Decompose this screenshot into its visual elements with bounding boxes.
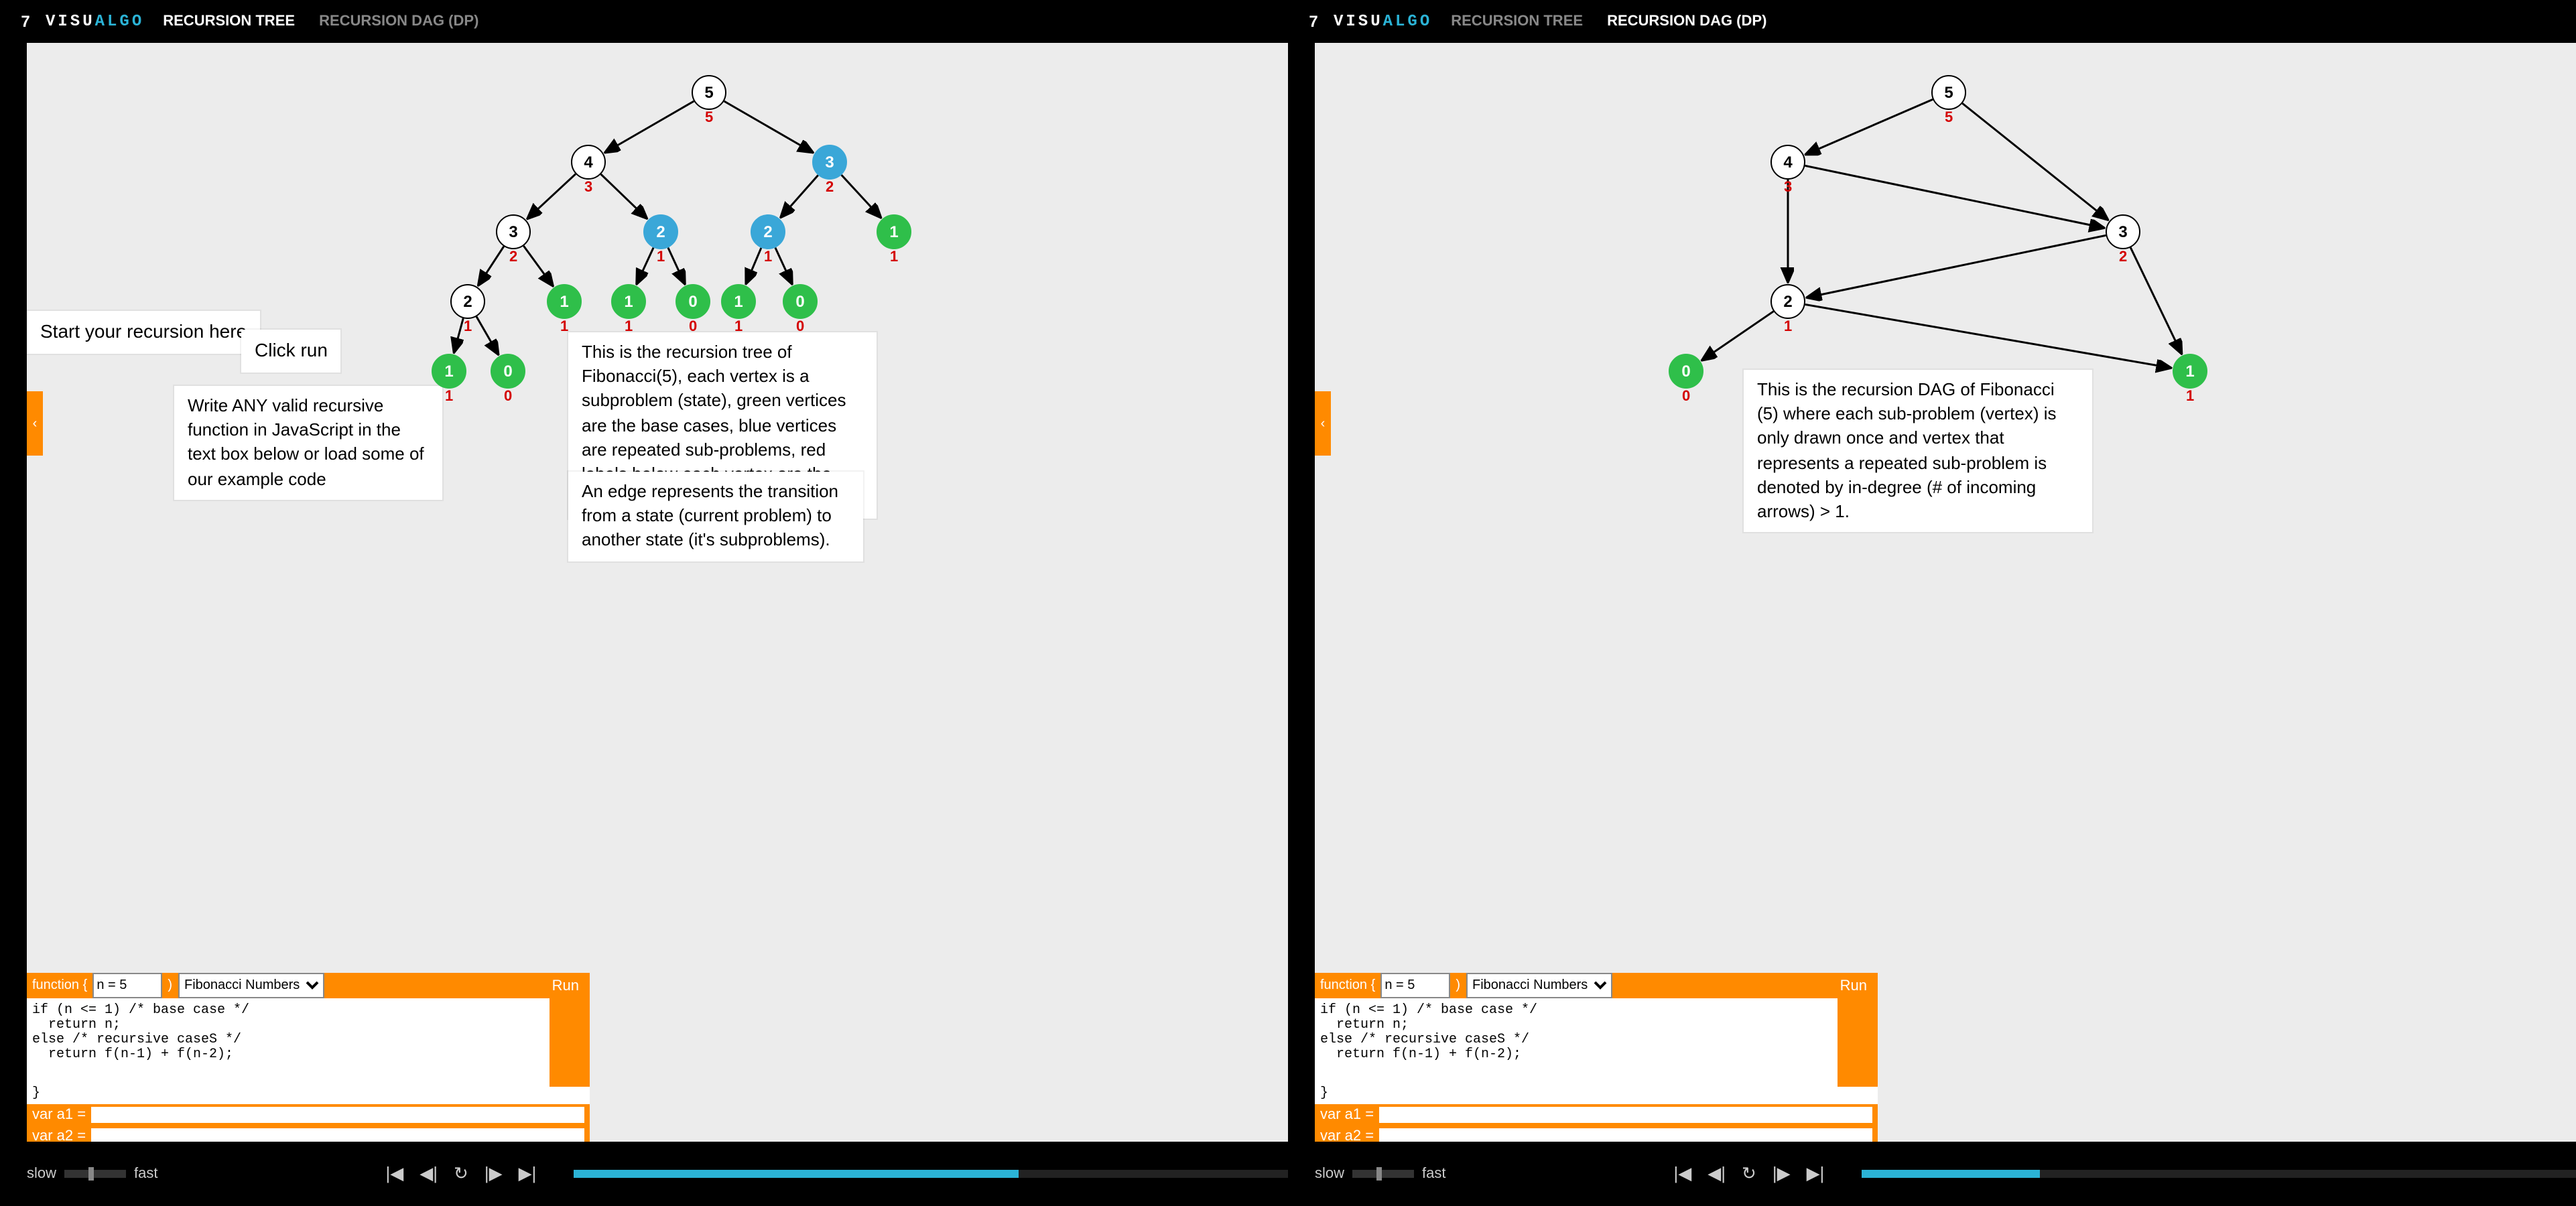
speed-control[interactable]: slow fast	[1315, 1166, 1446, 1182]
graph-node[interactable]: 1	[721, 284, 756, 319]
footer: slow fast |◀ ◀| ↻ |▶ ▶| About Team Terms…	[1288, 1142, 2576, 1206]
tab-recursion-tree[interactable]: RECURSION TREE	[1451, 13, 1583, 29]
view-tabs: RECURSION TREE RECURSION DAG (DP)	[1451, 13, 1766, 29]
playback-controls: |◀ ◀| ↻ |▶ ▶|	[1674, 1163, 1825, 1185]
graph-node[interactable]: 0	[1669, 354, 1703, 389]
step-forward-icon[interactable]: |▶	[1773, 1163, 1791, 1185]
graph-node[interactable]: 1	[547, 284, 582, 319]
return-value-label: 1	[560, 319, 568, 335]
view-tabs: RECURSION TREE RECURSION DAG (DP)	[163, 13, 478, 29]
return-value-label: 2	[826, 180, 834, 196]
return-value-label: 5	[1945, 110, 1953, 126]
return-value-label: 1	[2186, 389, 2194, 405]
step-back-icon[interactable]: ◀|	[1708, 1163, 1726, 1185]
graph-node[interactable]: 3	[2106, 214, 2140, 249]
tab-recursion-dag[interactable]: RECURSION DAG (DP)	[319, 13, 478, 29]
graph-node[interactable]: 2	[450, 284, 485, 319]
return-value-label: 3	[584, 180, 592, 196]
graph-node[interactable]: 2	[751, 214, 785, 249]
replay-icon[interactable]: ↻	[454, 1163, 468, 1185]
graph-edges	[1315, 43, 2576, 1142]
return-value-label: 1	[445, 389, 453, 405]
return-value-label: 0	[689, 319, 697, 335]
graph-node[interactable]: 1	[432, 354, 466, 389]
graph-node[interactable]: 3	[496, 214, 531, 249]
step-forward-icon[interactable]: |▶	[485, 1163, 503, 1185]
playback-controls: |◀ ◀| ↻ |▶ ▶|	[386, 1163, 537, 1185]
graph-node[interactable]: 1	[877, 214, 911, 249]
return-value-label: 1	[1784, 319, 1792, 335]
progress-bar[interactable]	[1862, 1170, 2576, 1178]
return-value-label: 1	[890, 249, 898, 265]
tab-recursion-dag[interactable]: RECURSION DAG (DP)	[1607, 13, 1766, 29]
skip-back-icon[interactable]: |◀	[386, 1163, 404, 1185]
return-value-label: 1	[657, 249, 665, 265]
graph-node[interactable]: 0	[491, 354, 525, 389]
logo[interactable]: VISUALGO	[1334, 12, 1432, 31]
return-value-label: 1	[734, 319, 743, 335]
graph-node[interactable]: 5	[692, 75, 726, 110]
return-value-label: 0	[1682, 389, 1690, 405]
return-value-label: 0	[504, 389, 512, 405]
return-value-label: 5	[705, 110, 713, 126]
return-value-label: 1	[625, 319, 633, 335]
replay-icon[interactable]: ↻	[1742, 1163, 1756, 1185]
return-value-label: 2	[509, 249, 517, 265]
graph-node[interactable]: 3	[812, 145, 847, 180]
graph-node[interactable]: 4	[1770, 145, 1805, 180]
skip-forward-icon[interactable]: ▶|	[519, 1163, 537, 1185]
visualization-canvas: 554332210011 This is the recursion DAG o…	[1315, 43, 2576, 1142]
step-back-icon[interactable]: ◀|	[420, 1163, 438, 1185]
skip-back-icon[interactable]: |◀	[1674, 1163, 1692, 1185]
speed-control[interactable]: slow fast	[27, 1166, 158, 1182]
return-value-label: 1	[764, 249, 772, 265]
skip-forward-icon[interactable]: ▶|	[1807, 1163, 1825, 1185]
graph-node[interactable]: 2	[643, 214, 678, 249]
page-number: 7	[1301, 12, 1326, 31]
graph-node[interactable]: 0	[675, 284, 710, 319]
return-value-label: 2	[2119, 249, 2127, 265]
graph-node[interactable]: 1	[2173, 354, 2207, 389]
return-value-label: 3	[1784, 180, 1792, 196]
graph-node[interactable]: 0	[783, 284, 818, 319]
tab-recursion-tree[interactable]: RECURSION TREE	[163, 13, 295, 29]
logo[interactable]: VISUALGO	[46, 12, 144, 31]
header: 7 VISUALGO RECURSION TREE RECURSION DAG …	[1288, 0, 2576, 43]
graph-node[interactable]: 4	[571, 145, 606, 180]
page-number: 7	[13, 12, 38, 31]
graph-node[interactable]: 1	[611, 284, 646, 319]
graph-node[interactable]: 5	[1931, 75, 1966, 110]
return-value-label: 1	[464, 319, 472, 335]
graph-node[interactable]: 2	[1770, 284, 1805, 319]
return-value-label: 0	[796, 319, 804, 335]
